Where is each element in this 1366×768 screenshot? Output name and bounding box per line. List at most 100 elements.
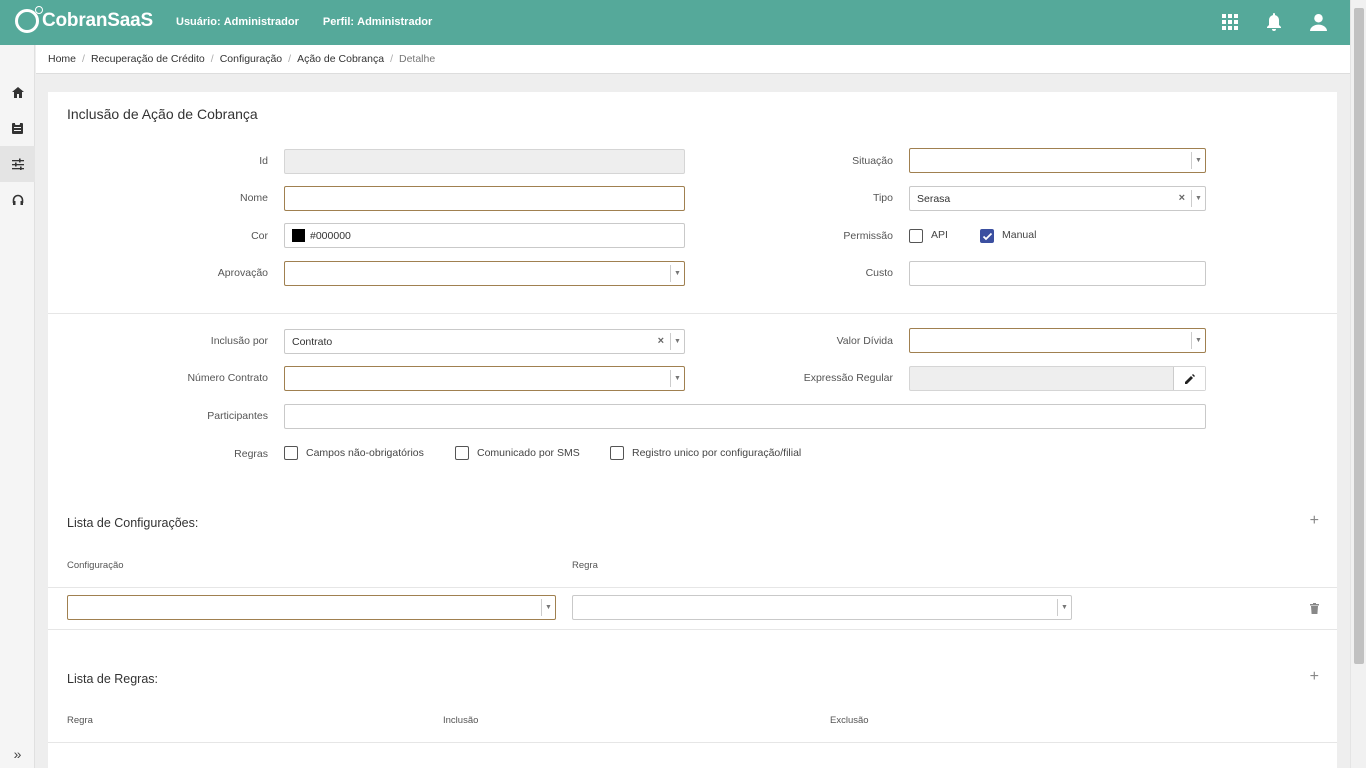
regra-sms-checkbox[interactable] — [455, 446, 469, 460]
nome-label: Nome — [239, 192, 268, 204]
numero-contrato-select[interactable]: ▼ — [284, 366, 685, 391]
clear-icon[interactable]: × — [658, 335, 664, 347]
user-info: Usuário: Administrador Perfil: Administr… — [176, 16, 432, 28]
vertical-scrollbar[interactable] — [1350, 0, 1366, 768]
regra-registro-checkbox[interactable] — [610, 446, 624, 460]
breadcrumb-separator: / — [210, 53, 214, 65]
breadcrumb-acao[interactable]: Ação de Cobrança — [297, 53, 384, 65]
sidebar-headset-icon[interactable] — [0, 182, 35, 218]
chevron-down-icon[interactable]: ▼ — [541, 599, 555, 616]
situacao-label: Situação — [852, 155, 893, 167]
logo-text: CobranSaaS — [42, 10, 153, 31]
chevron-down-icon[interactable]: ▼ — [1191, 190, 1205, 207]
expressao-regular-input — [909, 366, 1206, 391]
custo-label: Custo — [865, 267, 893, 279]
config-col-header: Configuração — [67, 560, 124, 571]
id-input — [284, 149, 685, 174]
tipo-select[interactable]: Serasa × ▼ — [909, 186, 1206, 211]
notification-bell-icon[interactable] — [1264, 12, 1284, 32]
perm-api-checkbox[interactable] — [909, 229, 923, 243]
sidebar-settings-sliders-icon[interactable] — [0, 146, 35, 182]
rules-col-inclusao: Inclusão — [443, 715, 479, 726]
breadcrumb-recuperacao[interactable]: Recuperação de Crédito — [91, 53, 205, 65]
id-label: Id — [259, 155, 268, 167]
breadcrumb: Home / Recuperação de Crédito / Configuraç… — [36, 45, 1350, 74]
user-label: Usuário: — [176, 16, 221, 28]
chevron-down-icon[interactable]: ▼ — [1191, 332, 1205, 349]
chevron-down-icon[interactable]: ▼ — [670, 370, 684, 387]
situacao-select[interactable]: ▼ — [909, 148, 1206, 173]
participantes-input[interactable] — [284, 404, 1206, 429]
profile-label: Perfil: — [322, 16, 355, 28]
regra-campos-checkbox[interactable] — [284, 446, 298, 460]
perm-manual-label: Manual — [1002, 229, 1037, 241]
top-bar: CobranSaaS Usuário: Administrador Perfil… — [0, 0, 1350, 45]
page-title: Inclusão de Ação de Cobrança — [67, 106, 258, 122]
regra-campos-label: Campos não-obrigatórios — [306, 447, 424, 459]
regra-sms-label: Comunicado por SMS — [477, 447, 580, 459]
breadcrumb-detalhe: Detalhe — [398, 53, 436, 65]
regra-col-header: Regra — [572, 560, 598, 571]
regra-registro-label: Registro unico por configuração/filial — [632, 447, 802, 459]
config-row-divider — [48, 629, 1337, 630]
form-card: Inclusão de Ação de Cobrança Id Nome Cor… — [48, 92, 1337, 768]
valor-divida-label: Valor Dívida — [836, 335, 893, 347]
config-header-divider — [48, 587, 1337, 588]
rules-col-regra: Regra — [67, 715, 93, 726]
logo-icon — [15, 6, 43, 33]
user-account-icon[interactable] — [1308, 12, 1328, 32]
delete-trash-icon[interactable] — [1310, 601, 1319, 619]
cor-label: Cor — [251, 230, 268, 242]
inclusao-select[interactable]: Contrato × ▼ — [284, 329, 685, 354]
breadcrumb-separator: / — [288, 53, 292, 65]
aprovacao-select[interactable]: ▼ — [284, 261, 685, 286]
inclusao-label: Inclusão por — [210, 335, 268, 347]
add-rule-plus-icon[interactable]: + — [1310, 668, 1319, 686]
user-value: Administrador — [223, 16, 299, 28]
chevron-down-icon[interactable]: ▼ — [1191, 152, 1205, 169]
rules-header-divider — [48, 742, 1337, 743]
tipo-value: Serasa — [917, 192, 951, 205]
rules-col-exclusao: Exclusão — [830, 715, 869, 726]
edit-pencil-icon[interactable] — [1173, 367, 1205, 390]
cor-value: #000000 — [310, 229, 351, 242]
logo[interactable]: CobranSaaS — [15, 6, 153, 33]
breadcrumb-configuracao[interactable]: Configuração — [220, 53, 282, 65]
sidebar: » — [0, 45, 35, 768]
permissao-label: Permissão — [843, 230, 893, 242]
regras-label: Regras — [234, 448, 268, 460]
custo-input[interactable] — [909, 261, 1206, 286]
chevron-down-icon[interactable]: ▼ — [670, 265, 684, 282]
rules-list-title: Lista de Regras: — [67, 672, 159, 686]
section-divider — [48, 313, 1337, 314]
sidebar-clipboard-icon[interactable] — [0, 110, 35, 146]
color-swatch[interactable] — [292, 229, 305, 242]
checkmark-icon — [982, 232, 992, 240]
config-row-config-select[interactable]: ▼ — [67, 595, 556, 620]
sidebar-home-icon[interactable] — [0, 74, 35, 110]
perm-manual-checkbox[interactable] — [980, 229, 994, 243]
participantes-label: Participantes — [207, 410, 268, 422]
valor-divida-select[interactable]: ▼ — [909, 328, 1206, 353]
config-list-title: Lista de Configurações: — [67, 516, 199, 530]
sidebar-expand-icon[interactable]: » — [0, 746, 35, 762]
breadcrumb-separator: / — [82, 53, 85, 65]
config-row-regra-select[interactable]: ▼ — [572, 595, 1072, 620]
tipo-label: Tipo — [872, 192, 893, 204]
inclusao-value: Contrato — [292, 335, 333, 348]
expressao-regular-label: Expressão Regular — [803, 372, 893, 384]
chevron-down-icon[interactable]: ▼ — [1057, 599, 1071, 616]
perm-api-label: API — [931, 229, 948, 241]
aprovacao-label: Aprovação — [217, 267, 268, 279]
numero-contrato-label: Número Contrato — [187, 372, 268, 384]
profile-value: Administrador — [357, 16, 433, 28]
breadcrumb-separator: / — [390, 53, 393, 65]
scrollbar-thumb[interactable] — [1354, 8, 1364, 664]
breadcrumb-home[interactable]: Home — [48, 53, 76, 65]
nome-input[interactable] — [284, 186, 685, 211]
add-config-plus-icon[interactable]: + — [1310, 512, 1319, 530]
apps-grid-icon[interactable] — [1220, 12, 1240, 32]
chevron-down-icon[interactable]: ▼ — [670, 333, 684, 350]
clear-icon[interactable]: × — [1179, 192, 1185, 204]
cor-input[interactable]: #000000 — [284, 223, 685, 248]
